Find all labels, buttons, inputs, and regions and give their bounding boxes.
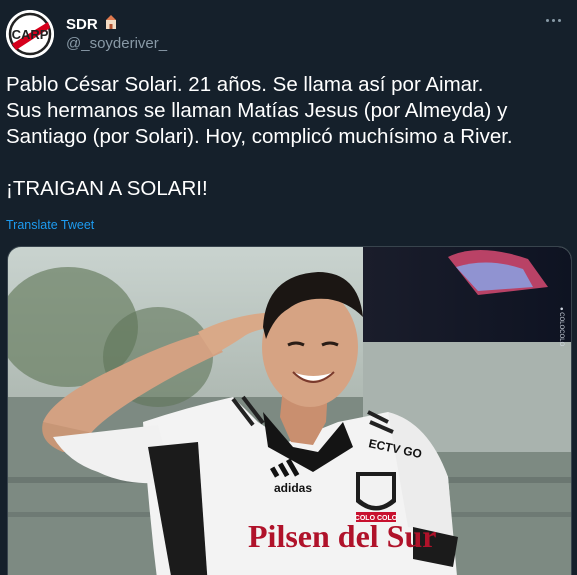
tweet-line: Pablo César Solari. 21 años. Se llama as… — [6, 73, 484, 96]
tweet-card: CARP SDR @_soyderiver_ Pablo César Solar… — [0, 0, 577, 575]
river-plate-crest-icon: CARP — [6, 10, 54, 58]
shirt-sponsor: Pilsen del Sur — [248, 518, 436, 554]
tweet-photo[interactable]: ECTV GO adidas COLO COLO Pilsen del Sur … — [7, 246, 572, 575]
avatar[interactable]: CARP — [6, 10, 54, 58]
tweet-line: Sus hermanos se llaman Matías Jesus (por… — [6, 99, 508, 122]
castle-emoji-icon — [104, 14, 118, 35]
author-handle[interactable]: @_soyderiver_ — [66, 35, 167, 52]
translate-tweet-link[interactable]: Translate Tweet — [6, 218, 94, 232]
svg-text:● COLOCOLO: ● COLOCOLO — [558, 307, 564, 347]
tweet-text: Pablo César Solari. 21 años. Se llama as… — [6, 72, 572, 202]
shirt-brand: adidas — [274, 481, 312, 495]
author-name-row: SDR — [66, 14, 118, 35]
display-name[interactable]: SDR — [66, 16, 98, 33]
tweet-line: ¡TRAIGAN A SOLARI! — [6, 177, 208, 200]
more-options-icon[interactable] — [543, 14, 563, 26]
colo-colo-crest-icon: COLO COLO — [355, 472, 398, 522]
tweet-line: Santiago (por Solari). Hoy, complicó muc… — [6, 125, 513, 148]
svg-text:CARP: CARP — [12, 27, 49, 42]
